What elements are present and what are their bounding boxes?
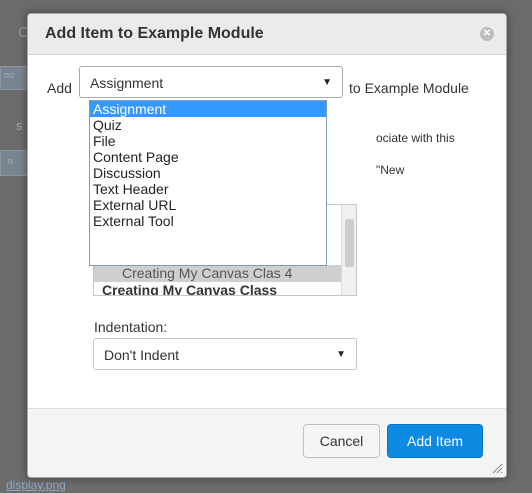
to-module-label: to Example Module — [349, 80, 469, 96]
item-type-select[interactable]: Assignment ▼ — [79, 66, 343, 98]
indentation-label: Indentation: — [94, 319, 168, 335]
dropdown-option[interactable]: File — [90, 133, 326, 149]
close-icon[interactable]: ✕ — [480, 27, 494, 41]
dropdown-option[interactable]: External URL — [90, 197, 326, 213]
list-item[interactable]: Creating My Canvas Class — [94, 282, 342, 295]
dropdown-option[interactable]: Discussion — [90, 165, 326, 181]
list-item[interactable]: Creating My Canvas Clas 4 — [94, 265, 342, 282]
dropdown-option[interactable]: Assignment — [90, 101, 326, 117]
listbox-scrollbar[interactable] — [341, 205, 356, 295]
bg-file-link: display.png — [6, 478, 66, 492]
add-item-dialog: Add Item to Example Module ✕ Add Assignm… — [27, 13, 507, 478]
instruction-text-line2: "New — [376, 163, 405, 177]
item-type-dropdown: Assignment Quiz File Content Page Discus… — [89, 100, 327, 266]
bg-page-box-2 — [0, 150, 28, 176]
bg-page-fragment-4: n — [8, 156, 14, 166]
chevron-down-icon: ▼ — [336, 349, 346, 360]
dropdown-option[interactable]: Content Page — [90, 149, 326, 165]
dialog-titlebar[interactable]: Add Item to Example Module ✕ — [28, 14, 506, 55]
dropdown-option[interactable]: Quiz — [90, 117, 326, 133]
scrollbar-thumb[interactable] — [345, 219, 354, 267]
resize-grip-icon[interactable] — [491, 462, 503, 474]
add-label: Add — [47, 80, 72, 96]
instruction-text-line1: ociate with this — [376, 131, 455, 145]
indentation-value: Don't Indent — [104, 347, 180, 363]
dropdown-option[interactable]: Text Header — [90, 181, 326, 197]
indentation-select[interactable]: Don't Indent ▼ — [93, 338, 357, 370]
dialog-title: Add Item to Example Module — [45, 25, 264, 42]
item-type-value: Assignment — [90, 75, 164, 91]
chevron-down-icon: ▼ — [322, 77, 332, 88]
bg-page-fragment-3: s — [16, 118, 23, 133]
dropdown-option[interactable]: External Tool — [90, 213, 326, 229]
dialog-footer: Cancel Add Item — [28, 408, 506, 477]
cancel-button[interactable]: Cancel — [303, 424, 380, 458]
bg-page-fragment-2: ou — [4, 70, 15, 80]
add-item-button[interactable]: Add Item — [387, 424, 483, 458]
